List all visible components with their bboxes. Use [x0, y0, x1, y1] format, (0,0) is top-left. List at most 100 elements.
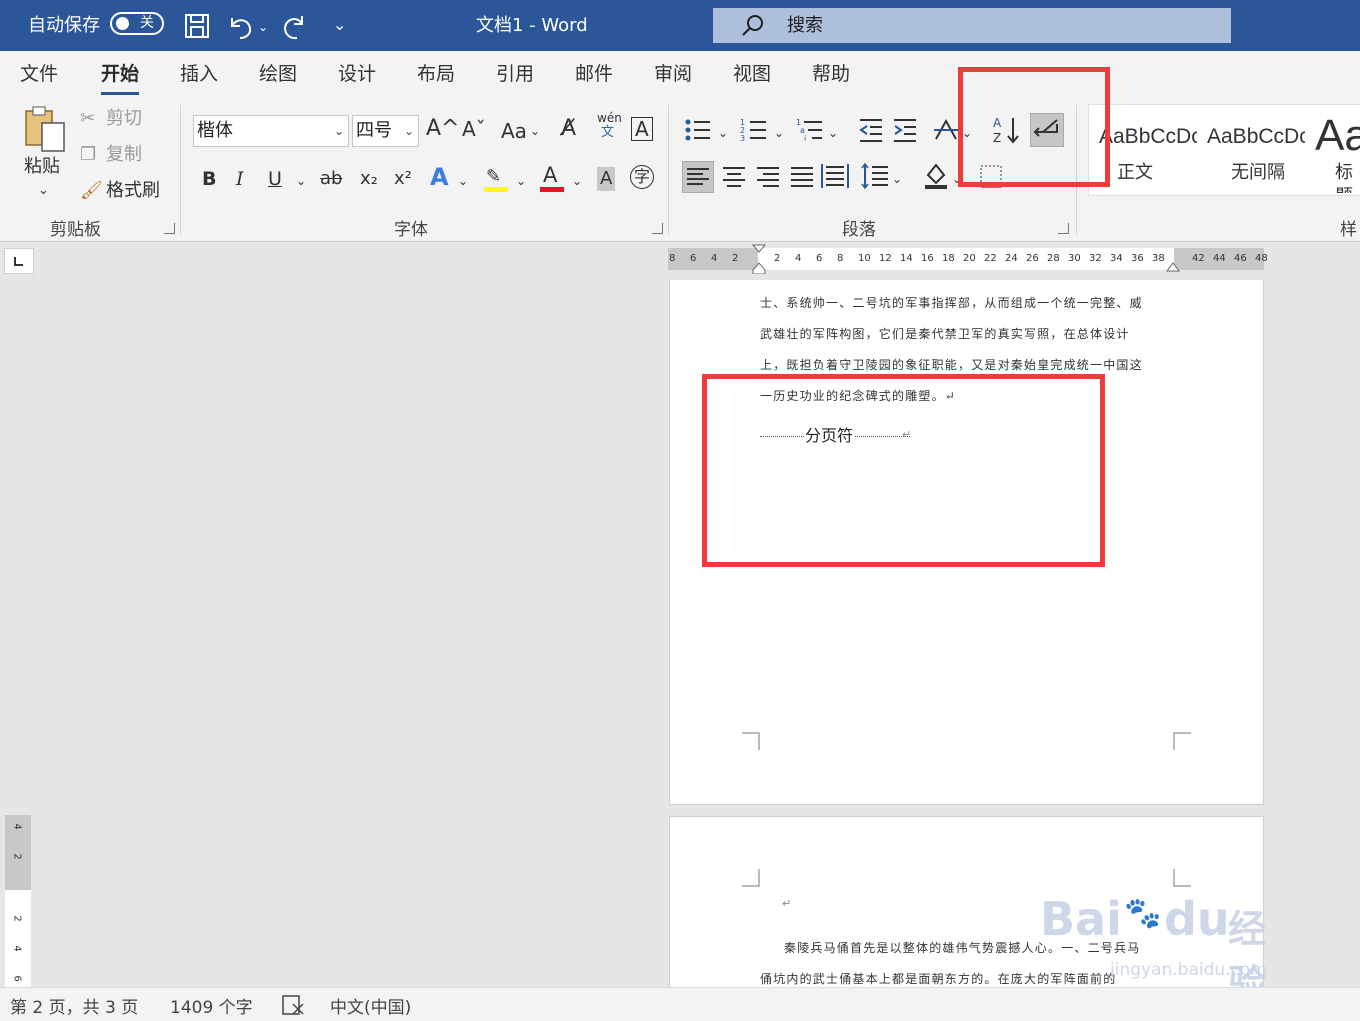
indent-marker-icon[interactable] [752, 244, 766, 274]
superscript-button[interactable]: x² [394, 167, 412, 191]
search-label: 搜索 [787, 15, 823, 36]
paragraph-group-label: 段落 [842, 220, 876, 240]
justify-icon[interactable] [788, 163, 816, 191]
format-painter-button[interactable]: 格式刷 [106, 179, 160, 203]
char-shading-button[interactable]: A [597, 167, 616, 191]
text-effects-dropdown-icon[interactable]: ⌄ [458, 169, 468, 193]
phonetic-guide-top[interactable]: wén [597, 111, 622, 125]
change-case-dropdown-icon[interactable]: ⌄ [530, 119, 540, 143]
align-center-icon[interactable] [720, 163, 748, 191]
bold-button[interactable]: B [202, 167, 216, 191]
highlight-dropdown-icon[interactable]: ⌄ [516, 169, 526, 193]
proofing-icon[interactable] [281, 994, 305, 1016]
shrink-font-button[interactable]: Aˇ [462, 117, 486, 141]
tab-selector[interactable] [4, 248, 34, 274]
subscript-button[interactable]: x₂ [360, 167, 378, 191]
paste-label[interactable]: 粘贴 [24, 155, 60, 179]
enclose-char-button[interactable]: 字 [630, 165, 654, 189]
right-indent-marker-icon[interactable] [1166, 260, 1180, 272]
ruler-number: 28 [1047, 253, 1060, 264]
tab-layout[interactable]: 布局 [417, 61, 455, 87]
tab-home[interactable]: 开始 [101, 61, 140, 95]
tab-review[interactable]: 审阅 [654, 61, 692, 87]
font-size-select[interactable]: 四号 ⌄ [352, 115, 419, 147]
cut-button[interactable]: 剪切 [106, 107, 142, 131]
grow-font-button[interactable]: A^ [426, 117, 459, 141]
word-count-status[interactable]: 1409 个字 [170, 993, 253, 1018]
tab-mailings[interactable]: 邮件 [575, 61, 613, 87]
line-spacing-icon[interactable] [860, 161, 890, 191]
increase-indent-icon[interactable] [892, 117, 918, 143]
paragraph-launcher-icon[interactable] [1058, 223, 1069, 234]
paste-icon[interactable] [22, 105, 68, 155]
customize-toolbar-icon[interactable]: ⌄ [333, 10, 346, 40]
tab-file[interactable]: 文件 [20, 61, 58, 87]
undo-dropdown-icon[interactable]: ⌄ [258, 12, 268, 42]
autosave-toggle[interactable]: 关 [110, 12, 164, 35]
ruler-number: 32 [1089, 253, 1102, 264]
paragraph-line: 上，既担负着守卫陵园的象征职能，又是对秦始皇完成统一中国这 [760, 358, 1143, 372]
bullets-dropdown-icon[interactable]: ⌄ [718, 121, 728, 145]
char-border-icon[interactable]: A [631, 117, 653, 141]
align-left-button[interactable] [682, 161, 714, 193]
distributed-icon[interactable] [820, 161, 850, 191]
crop-mark-icon [1173, 732, 1191, 750]
numbering-icon[interactable]: 123 [740, 117, 768, 143]
clear-formatting-icon[interactable]: A̸ [561, 117, 576, 141]
save-icon[interactable] [184, 13, 210, 39]
paw-icon: 🐾 [1124, 896, 1162, 931]
font-color-button[interactable]: A [540, 163, 564, 193]
page-count-status[interactable]: 第 2 页，共 3 页 [10, 993, 138, 1018]
group-separator [180, 105, 181, 235]
crop-mark-icon [1173, 869, 1191, 887]
vertical-ruler[interactable]: 4 2 2 4 6 [5, 815, 31, 987]
paste-dropdown-icon[interactable]: ⌄ [38, 179, 49, 203]
copy-icon: ❐ [80, 144, 97, 165]
clipboard-launcher-icon[interactable] [164, 223, 175, 234]
numbering-dropdown-icon[interactable]: ⌄ [774, 121, 784, 145]
bullets-icon[interactable] [684, 117, 712, 143]
paragraph-line: 武雄壮的军阵构图，它们是秦代禁卫军的真实写照，在总体设计 [760, 327, 1130, 341]
highlight-color-button[interactable]: ✎ [484, 165, 508, 193]
style-heading[interactable]: Aa 标题 [1307, 105, 1360, 194]
copy-button[interactable]: 复制 [106, 143, 142, 167]
undo-icon[interactable] [226, 12, 254, 40]
font-launcher-icon[interactable] [652, 223, 663, 234]
phonetic-guide-bottom[interactable]: 文 [601, 125, 614, 141]
tab-design[interactable]: 设计 [338, 61, 376, 87]
tab-insert[interactable]: 插入 [180, 61, 218, 87]
tab-draw[interactable]: 绘图 [259, 61, 297, 87]
shading-icon[interactable] [924, 161, 950, 191]
text-direction-icon[interactable] [932, 117, 960, 143]
tab-references[interactable]: 引用 [496, 61, 534, 87]
strikethrough-button[interactable]: ab [320, 167, 342, 191]
format-painter-icon: 🖌 [80, 180, 103, 201]
text-effects-button[interactable]: A [430, 165, 449, 189]
font-color-dropdown-icon[interactable]: ⌄ [572, 169, 582, 193]
svg-text:i: i [804, 134, 806, 143]
font-size-value: 四号 [356, 120, 392, 141]
underline-button[interactable]: U [268, 167, 282, 191]
underline-dropdown-icon[interactable]: ⌄ [296, 169, 306, 193]
decrease-indent-icon[interactable] [858, 117, 884, 143]
font-name-select[interactable]: 楷体 ⌄ [193, 115, 349, 147]
group-separator [668, 105, 669, 235]
highlight-box-formatting-marks [958, 67, 1110, 187]
redo-icon[interactable] [282, 12, 310, 40]
ruler-number: 10 [858, 253, 871, 264]
baidu-watermark: Bai 🐾 du 经验 jingyan.baidu.com [1040, 890, 1300, 1006]
autosave-state: 关 [140, 15, 154, 31]
search-box[interactable]: 搜索 [713, 8, 1231, 43]
multilevel-dropdown-icon[interactable]: ⌄ [828, 121, 838, 145]
tab-help[interactable]: 帮助 [812, 61, 850, 87]
change-case-button[interactable]: Aa [501, 119, 527, 143]
language-status[interactable]: 中文(中国) [330, 993, 411, 1018]
ruler-number: 38 [1152, 253, 1165, 264]
line-spacing-dropdown-icon[interactable]: ⌄ [892, 167, 902, 191]
tab-view[interactable]: 视图 [733, 61, 771, 87]
align-right-icon[interactable] [754, 163, 782, 191]
style-no-spacing[interactable]: AaBbCcDc 无间隔 [1199, 105, 1305, 193]
horizontal-ruler[interactable]: 8 6 4 2 2 4 6 8 10 12 14 16 18 20 22 24 26 28 30 32 34 36… [668, 244, 1268, 274]
italic-button[interactable]: I [236, 167, 244, 191]
multilevel-list-icon[interactable]: 1ai [796, 117, 824, 143]
